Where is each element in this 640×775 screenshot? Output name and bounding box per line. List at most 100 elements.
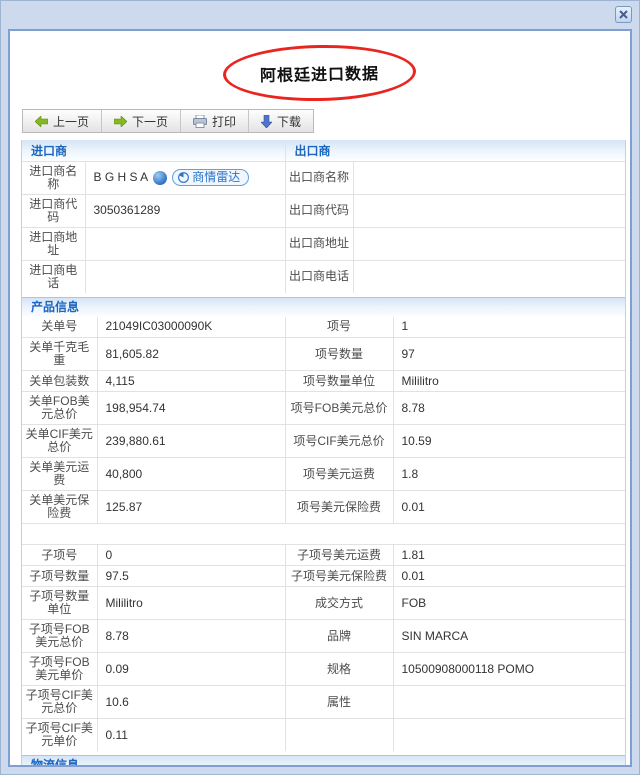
field-label: 子项号CIF美元单价: [21, 718, 98, 752]
field-label: 项号CIF美元总价: [284, 424, 394, 458]
table-row: 进口商地址 出口商地址: [21, 226, 626, 261]
field-value: 40,800: [96, 457, 286, 491]
field-label: [284, 718, 394, 752]
data-panel: 进口商 出口商 进口商名称 B G H S A 商情雷达 出口商名称 进口商代码…: [21, 139, 626, 765]
field-label: 子项号数量: [21, 565, 98, 587]
importer-exporter-table: 进口商 出口商 进口商名称 B G H S A 商情雷达 出口商名称 进口商代码…: [21, 139, 626, 293]
field-value: Mililitro: [96, 586, 286, 620]
logistics-section-header: 物流信息: [22, 755, 625, 765]
table-row: 关单美元运费 40,800 项号美元运费 1.8: [21, 457, 626, 491]
table-row: 子项号CIF美元单价 0.11: [21, 718, 626, 752]
title-zone: 阿根廷进口数据: [10, 43, 630, 107]
field-value: [84, 226, 286, 261]
product-table: 关单号 21049IC03000090K 项号 1 关单千克毛重 81,605.82 项号数…: [21, 316, 626, 752]
field-label: 子项号: [21, 544, 98, 566]
printer-icon: [193, 114, 208, 128]
field-label: 关单FOB美元总价: [21, 391, 98, 425]
red-highlight-ellipse: 阿根廷进口数据: [223, 43, 417, 103]
field-value: [352, 160, 626, 195]
prev-page-label: 上一页: [53, 114, 90, 129]
product-table-body-a: 关单号 21049IC03000090K 项号 1 关单千克毛重 81,605.82 项号数…: [21, 316, 626, 524]
product-section-header: 产品信息: [22, 296, 625, 317]
business-radar-label: 商情雷达: [192, 170, 241, 184]
toolbar: 上一页 下一页 打印 下载: [22, 109, 315, 133]
arrow-left-icon: [35, 115, 48, 127]
field-label: 进口商代码: [21, 193, 86, 228]
table-row: 关单号 21049IC03000090K 项号 1: [21, 316, 626, 338]
radar-icon: [178, 172, 190, 183]
section-header-row: 进口商 出口商: [21, 139, 626, 162]
field-value: Mililitro: [392, 370, 626, 392]
field-label: 关单号: [21, 316, 98, 338]
table-row: 子项号数量单位 Mililitro 成交方式 FOB: [21, 586, 626, 620]
field-label: 子项号数量单位: [21, 586, 98, 620]
field-value: 239,880.61: [96, 424, 286, 458]
field-label: 规格: [284, 652, 394, 686]
field-value: 1.8: [392, 457, 626, 491]
field-value: 0.01: [392, 565, 626, 587]
table-row: 进口商电话 出口商电话: [21, 259, 626, 293]
field-value: 1: [392, 316, 626, 338]
field-value: 21049IC03000090K: [96, 316, 286, 338]
field-label: 关单千克毛重: [21, 337, 98, 371]
download-button[interactable]: 下载: [249, 110, 313, 132]
field-value: 0.01: [392, 490, 626, 524]
field-label: 进口商名称: [21, 160, 86, 195]
field-value: 81,605.82: [96, 337, 286, 371]
product-table-body-b: 子项号 0 子项号美元运费 1.81 子项号数量 97.5 子项号美元保险费 0.01 子项号数…: [21, 544, 626, 752]
field-label: 出口商名称: [284, 160, 354, 195]
field-value: 3050361289: [84, 193, 286, 228]
field-label: 项号美元保险费: [284, 490, 394, 524]
product-table-spacer: [21, 523, 626, 545]
field-label: 子项号CIF美元总价: [21, 685, 98, 719]
field-value: 8.78: [96, 619, 286, 653]
field-value: 8.78: [392, 391, 626, 425]
field-label: 子项号FOB美元总价: [21, 619, 98, 653]
print-button[interactable]: 打印: [181, 110, 250, 132]
table-row: 进口商代码 3050361289 出口商代码: [21, 193, 626, 228]
field-label: 关单美元运费: [21, 457, 98, 491]
field-label: 子项号美元运费: [284, 544, 394, 566]
field-value: 10500908000118 POMO: [392, 652, 626, 686]
spacer-cell: [21, 523, 626, 545]
field-label: 子项号FOB美元单价: [21, 652, 98, 686]
window-titlebar: [1, 1, 639, 29]
table-row: 关单FOB美元总价 198,954.74 项号FOB美元总价 8.78: [21, 391, 626, 425]
importer-section-header: 进口商: [21, 139, 286, 162]
field-value: [352, 193, 626, 228]
prev-page-button[interactable]: 上一页: [23, 110, 103, 132]
field-label: 进口商地址: [21, 226, 86, 261]
close-icon: [619, 10, 628, 19]
business-radar-button[interactable]: 商情雷达: [172, 169, 250, 186]
field-value: 198,954.74: [96, 391, 286, 425]
field-value: FOB: [392, 586, 626, 620]
table-row: 子项号FOB美元总价 8.78 品牌 SIN MARCA: [21, 619, 626, 653]
field-label: 属性: [284, 685, 394, 719]
importer-name-row: 进口商名称 B G H S A 商情雷达 出口商名称: [21, 160, 626, 195]
field-label: 项号: [284, 316, 394, 338]
table-row: 子项号数量 97.5 子项号美元保险费 0.01: [21, 565, 626, 587]
globe-icon[interactable]: [153, 170, 168, 185]
print-label: 打印: [212, 114, 237, 129]
table-row: 关单CIF美元总价 239,880.61 项号CIF美元总价 10.59: [21, 424, 626, 458]
arrow-right-icon: [114, 115, 128, 127]
field-label: 关单美元保险费: [21, 490, 98, 524]
field-value: 0.09: [96, 652, 286, 686]
table-row: 子项号CIF美元总价 10.6 属性: [21, 685, 626, 719]
next-page-button[interactable]: 下一页: [102, 110, 182, 132]
table-row: 关单包装数 4,115 项号数量单位 Mililitro: [21, 370, 626, 392]
field-value: 0.11: [96, 718, 286, 752]
download-label: 下载: [277, 114, 302, 129]
importer-exporter-head: 进口商 出口商 进口商名称 B G H S A 商情雷达 出口商名称: [21, 139, 626, 195]
table-row: 关单美元保险费 125.87 项号美元保险费 0.01: [21, 490, 626, 524]
table-row: 子项号FOB美元单价 0.09 规格 10500908000118 POMO: [21, 652, 626, 686]
import-data-window: { "window": { "title": "阿根廷进口数据" }, "too…: [0, 0, 640, 775]
spacer-row: [21, 523, 626, 545]
field-value: SIN MARCA: [392, 619, 626, 653]
field-value: 1.81: [392, 544, 626, 566]
importer-exporter-body: 进口商代码 3050361289 出口商代码 进口商地址 出口商地址 进口商电话 出口商电话: [21, 193, 626, 293]
field-value: [352, 259, 626, 293]
close-button[interactable]: [615, 6, 632, 23]
field-label: 品牌: [284, 619, 394, 653]
field-value: 10.59: [392, 424, 626, 458]
